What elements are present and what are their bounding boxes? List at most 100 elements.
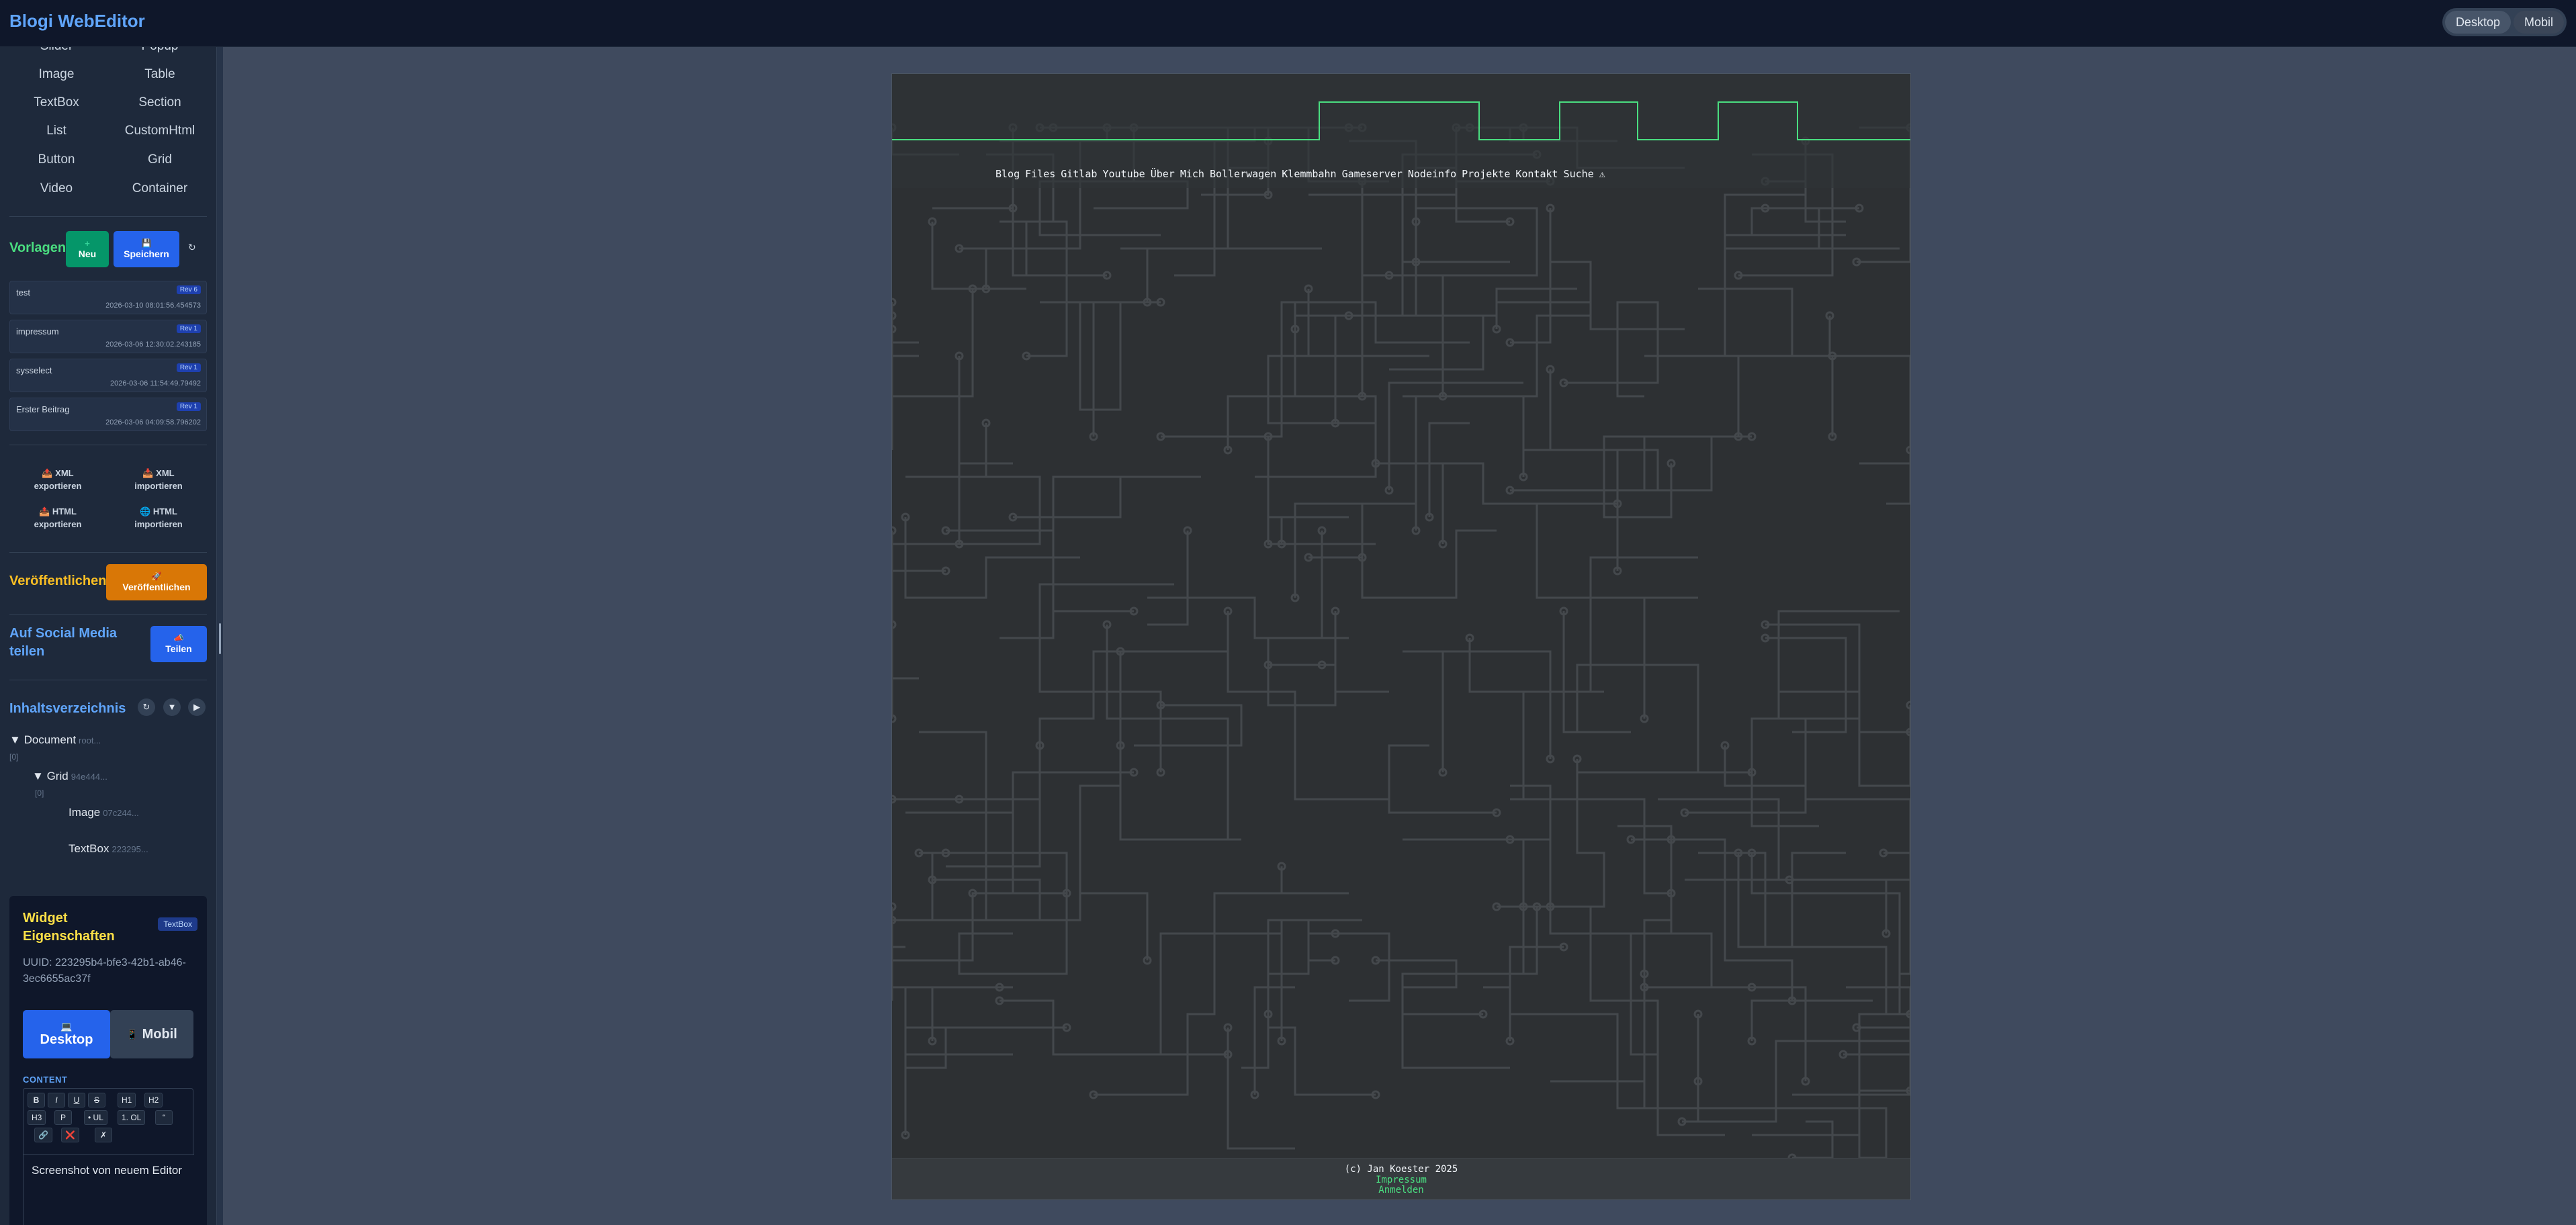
ordered-list-button[interactable]: 1. OL: [118, 1110, 146, 1125]
template-date: 2026-03-10 08:01:56.454573: [105, 302, 201, 310]
template-name: sysselect: [16, 365, 52, 375]
publish-button[interactable]: 🚀 Veröffentlichen: [106, 564, 207, 600]
mobile-view-button[interactable]: Mobil: [2513, 11, 2564, 34]
template-name: Erster Beitrag: [16, 404, 70, 414]
toc-collapse-icon[interactable]: ▼: [163, 698, 181, 716]
link-icon[interactable]: 🔗: [34, 1128, 52, 1142]
properties-title-l2: Eigenschaften: [23, 929, 115, 944]
nav-link-gameserver[interactable]: Gameserver: [1342, 168, 1403, 180]
widget-grid[interactable]: Grid: [109, 152, 210, 167]
widget-image[interactable]: Image: [6, 67, 107, 82]
widget-customhtml[interactable]: CustomHtml: [109, 124, 210, 138]
preview-canvas[interactable]: Blog Files Gitlab Youtube Über Mich Boll…: [892, 74, 1910, 1199]
globe-icon: 🌐: [140, 506, 151, 516]
template-item[interactable]: sysselect Rev 1 2026-03-06 11:54:49.7949…: [9, 359, 207, 392]
widget-table[interactable]: Table: [109, 67, 210, 82]
widget-section[interactable]: Section: [109, 95, 210, 110]
widget-list[interactable]: List: [6, 124, 107, 138]
nav-link-blog[interactable]: Blog: [995, 168, 1020, 180]
props-tab-mobile[interactable]: 📱 Mobil: [110, 1010, 193, 1058]
toc-node-textbox[interactable]: TextBox 223295...: [69, 842, 148, 856]
share-title-l2: teilen: [9, 644, 45, 659]
template-item[interactable]: test Rev 6 2026-03-10 08:01:56.454573: [9, 281, 207, 314]
h1-button[interactable]: H1: [118, 1093, 136, 1107]
quote-button[interactable]: “: [155, 1110, 173, 1125]
templates-title: Vorlagen: [9, 240, 66, 255]
view-toggle: Desktop Mobil: [2442, 8, 2567, 36]
refresh-templates-icon[interactable]: ↻: [188, 242, 196, 253]
sidebar-resize-handle[interactable]: [219, 623, 221, 654]
xml-export-button[interactable]: 📤 XML exportieren: [17, 467, 98, 493]
save-template-button[interactable]: 💾 Speichern: [114, 231, 179, 267]
widget-video[interactable]: Video: [6, 181, 107, 196]
nav-link-ueber[interactable]: Über: [1151, 168, 1175, 180]
nav-link-nodeinfo[interactable]: Nodeinfo: [1408, 168, 1456, 180]
xml-import-button[interactable]: 📥 XML importieren: [118, 467, 199, 493]
props-tab-mobile-label: Mobil: [142, 1026, 177, 1042]
toc-refresh-icon[interactable]: ↻: [138, 698, 155, 716]
caret-down-icon: ▼: [32, 770, 44, 782]
share-button-label: Teilen: [165, 643, 192, 654]
export-icon: 📤: [42, 468, 53, 478]
bullet-list-button[interactable]: • UL: [84, 1110, 107, 1125]
share-button[interactable]: 📣 Teilen: [150, 626, 207, 662]
template-item[interactable]: impressum Rev 1 2026-03-06 12:30:02.2431…: [9, 320, 207, 353]
footer-link-impressum[interactable]: Impressum: [892, 1175, 1910, 1185]
top-bar: Blogi WebEditor Desktop Mobil: [0, 0, 2576, 47]
properties-title-l1: Widget: [23, 911, 68, 925]
xml-export-l1: XML: [55, 468, 74, 478]
toc-node-index: [0]: [35, 788, 44, 798]
clear-format-icon[interactable]: ✗: [95, 1128, 112, 1142]
template-date: 2026-03-06 04:09:58.796202: [105, 418, 201, 426]
widget-uuid: UUID: 223295b4-bfe3-42b1-ab46-3ec6655ac3…: [23, 957, 186, 985]
h3-button[interactable]: H3: [28, 1110, 46, 1125]
desktop-view-button[interactable]: Desktop: [2444, 11, 2511, 34]
widget-button[interactable]: Button: [6, 152, 107, 167]
nav-link-files[interactable]: Files: [1025, 168, 1055, 180]
nav-link-mich[interactable]: Mich: [1180, 168, 1204, 180]
nav-link-klemmbahn[interactable]: Klemmbahn: [1282, 168, 1336, 180]
toc-node-meta: 94e444...: [71, 772, 107, 782]
phone-icon: 📱: [126, 1028, 138, 1040]
toc-node-document[interactable]: ▼ Document root...: [9, 733, 101, 747]
props-tab-desktop[interactable]: 💻 Desktop: [23, 1010, 110, 1058]
nav-link-gitlab[interactable]: Gitlab: [1061, 168, 1097, 180]
underline-button[interactable]: U: [68, 1093, 85, 1107]
toc-node-image[interactable]: Image 07c244...: [69, 806, 139, 819]
nav-link-bollerwagen[interactable]: Bollerwagen: [1210, 168, 1276, 180]
preview-header: Blog Files Gitlab Youtube Über Mich Boll…: [892, 74, 1910, 188]
paragraph-button[interactable]: P: [54, 1110, 72, 1125]
template-date: 2026-03-06 11:54:49.79492: [110, 379, 201, 388]
unlink-icon[interactable]: ❌: [61, 1128, 79, 1142]
divider: [9, 552, 207, 553]
preview-footer: (c) Jan Koester 2025 Impressum Anmelden: [892, 1158, 1910, 1199]
new-template-button[interactable]: + Neu: [66, 231, 109, 267]
widget-popup[interactable]: Popup: [109, 47, 210, 54]
strike-button[interactable]: S: [88, 1093, 105, 1107]
publish-button-label: Veröffentlichen: [122, 581, 191, 592]
new-template-label: Neu: [78, 248, 97, 260]
widget-container[interactable]: Container: [109, 181, 210, 196]
footer-link-anmelden[interactable]: Anmelden: [892, 1185, 1910, 1195]
xml-import-l1: XML: [156, 468, 175, 478]
html-export-button[interactable]: 📤 HTML exportieren: [17, 506, 98, 531]
sidebar[interactable]: Slider Popup Image Table TextBox Section…: [0, 47, 216, 1225]
xml-import-l2: importieren: [134, 480, 183, 491]
nav-link-suche[interactable]: Suche: [1564, 168, 1594, 180]
template-name: test: [16, 287, 30, 298]
template-item[interactable]: Erster Beitrag Rev 1 2026-03-06 04:09:58…: [9, 398, 207, 431]
widget-textbox[interactable]: TextBox: [6, 95, 107, 110]
bold-button[interactable]: B: [28, 1093, 45, 1107]
widget-type-badge: TextBox: [158, 917, 197, 931]
html-import-button[interactable]: 🌐 HTML importieren: [118, 506, 199, 531]
h2-button[interactable]: H2: [144, 1093, 163, 1107]
nav-link-youtube[interactable]: Youtube: [1102, 168, 1145, 180]
toc-expand-icon[interactable]: ▶: [188, 698, 206, 716]
toc-node-meta: root...: [79, 735, 101, 745]
nav-link-kontakt[interactable]: Kontakt: [1515, 168, 1558, 180]
italic-button[interactable]: I: [48, 1093, 65, 1107]
toc-node-grid[interactable]: ▼ Grid 94e444...: [32, 770, 107, 783]
nav-link-projekte[interactable]: Projekte: [1462, 168, 1510, 180]
widget-slider[interactable]: Slider: [6, 47, 107, 54]
editor-content[interactable]: Screenshot von neuem Editor: [24, 1154, 194, 1225]
